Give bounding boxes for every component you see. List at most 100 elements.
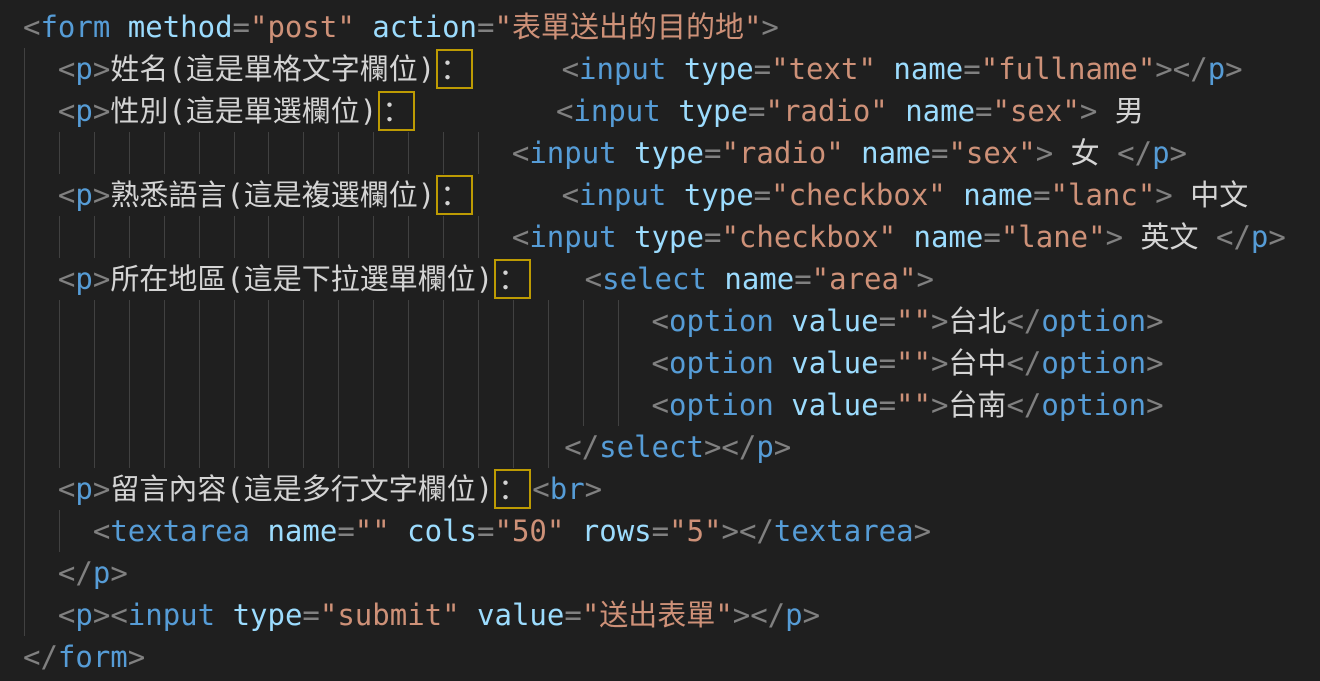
code-token xyxy=(666,178,683,212)
code-token xyxy=(707,262,724,296)
code-token xyxy=(774,304,791,338)
code-token: "送出表單" xyxy=(582,598,733,632)
code-token: < xyxy=(652,304,669,338)
code-token: = xyxy=(975,94,992,128)
code-token xyxy=(774,346,791,380)
code-token: < xyxy=(556,94,573,128)
indent-guide xyxy=(583,342,584,384)
indent-guide xyxy=(59,342,60,384)
code-token: textarea xyxy=(774,514,914,548)
code-token: type xyxy=(634,220,704,254)
code-token: select xyxy=(599,430,704,464)
indent-guide xyxy=(199,342,200,384)
indent-guide xyxy=(513,426,514,468)
code-line[interactable]: <p>留言內容(這是多行文字欄位)：<br> xyxy=(0,468,1320,510)
code-token: type xyxy=(233,598,303,632)
indent-guide xyxy=(373,300,374,342)
code-line[interactable]: <p>所在地區(這是下拉選單欄位)： <select name="area"> xyxy=(0,258,1320,300)
code-token: type xyxy=(634,136,704,170)
code-token: 所在地區(這是下拉選單欄位) xyxy=(110,262,493,296)
code-token: > xyxy=(931,388,948,422)
code-token: p xyxy=(1251,220,1268,254)
code-line[interactable]: <p>姓名(這是單格文字欄位)： <input type="text" name… xyxy=(0,48,1320,90)
code-token xyxy=(110,10,127,44)
indent-guide xyxy=(338,132,339,174)
indent-guide xyxy=(478,342,479,384)
code-token xyxy=(23,94,58,128)
code-token: option xyxy=(669,388,774,422)
code-token: "" xyxy=(896,346,931,380)
code-line[interactable]: <input type="radio" name="sex"> 女 </p> xyxy=(0,132,1320,174)
code-line[interactable]: </form> xyxy=(0,636,1320,678)
indent-guide xyxy=(268,384,269,426)
code-token xyxy=(390,514,407,548)
code-token: < xyxy=(652,346,669,380)
code-token: rows xyxy=(582,514,652,548)
indent-guide xyxy=(268,300,269,342)
code-line[interactable]: <form method="post" action="表單送出的目的地"> xyxy=(0,6,1320,48)
code-token: name xyxy=(914,220,984,254)
code-token: p xyxy=(75,94,92,128)
code-line[interactable]: <p><input type="submit" value="送出表單"></p… xyxy=(0,594,1320,636)
indent-guide xyxy=(164,384,165,426)
code-token: = xyxy=(879,304,896,338)
code-line[interactable]: <textarea name="" cols="50" rows="5"></t… xyxy=(0,510,1320,552)
indent-guide xyxy=(129,132,130,174)
code-token: > xyxy=(93,94,110,128)
code-line[interactable]: </select></p> xyxy=(0,426,1320,468)
code-editor[interactable]: <form method="post" action="表單送出的目的地"> <… xyxy=(0,0,1320,681)
code-token: < xyxy=(110,598,127,632)
code-token: < xyxy=(532,472,549,506)
code-line[interactable]: <input type="checkbox" name="lane"> 英文 <… xyxy=(0,216,1320,258)
code-line[interactable]: <option value="">台南</option> xyxy=(0,384,1320,426)
indent-guide xyxy=(129,216,130,258)
code-line[interactable]: </p> xyxy=(0,552,1320,594)
code-token: "sex" xyxy=(948,136,1035,170)
code-token xyxy=(23,262,58,296)
indent-guide xyxy=(478,384,479,426)
indent-guide xyxy=(338,300,339,342)
code-token: 男 xyxy=(1097,94,1143,128)
code-token: > xyxy=(1170,136,1187,170)
indent-guide xyxy=(24,384,25,426)
code-token: < xyxy=(58,94,75,128)
code-token xyxy=(215,598,232,632)
code-token: > xyxy=(916,262,933,296)
code-token: select xyxy=(602,262,707,296)
indent-guide xyxy=(583,384,584,426)
code-token xyxy=(23,556,58,590)
indent-guide xyxy=(24,468,25,510)
code-token: type xyxy=(678,94,748,128)
indent-guide xyxy=(59,132,60,174)
code-token: input xyxy=(573,94,660,128)
code-token: input xyxy=(579,178,666,212)
code-token: > xyxy=(93,472,110,506)
indent-guide xyxy=(234,300,235,342)
code-token: type xyxy=(684,52,754,86)
indent-guide xyxy=(513,300,514,342)
code-token: > xyxy=(803,598,820,632)
code-line[interactable]: <option value="">台中</option> xyxy=(0,342,1320,384)
code-token: type xyxy=(684,178,754,212)
code-token xyxy=(474,178,561,212)
indent-guide xyxy=(478,132,479,174)
indent-guide xyxy=(24,510,25,552)
code-token: p xyxy=(756,430,773,464)
code-line[interactable]: <p>熟悉語言(這是複選欄位)： <input type="checkbox" … xyxy=(0,174,1320,216)
code-token: option xyxy=(669,304,774,338)
code-token xyxy=(888,94,905,128)
code-token: = xyxy=(477,514,494,548)
code-line[interactable]: <option value="">台北</option> xyxy=(0,300,1320,342)
indent-guide xyxy=(94,384,95,426)
code-token: = xyxy=(754,178,771,212)
unicode-highlight-box: ： xyxy=(436,49,473,89)
indent-guide xyxy=(129,300,130,342)
indent-guide xyxy=(129,342,130,384)
code-token: > xyxy=(1146,304,1163,338)
code-token xyxy=(23,472,58,506)
code-line[interactable]: <p>性別(這是單選欄位)： <input type="radio" name=… xyxy=(0,90,1320,132)
code-token: </ xyxy=(750,598,785,632)
code-token xyxy=(617,220,634,254)
indent-guide xyxy=(199,132,200,174)
code-token: > xyxy=(1225,52,1242,86)
